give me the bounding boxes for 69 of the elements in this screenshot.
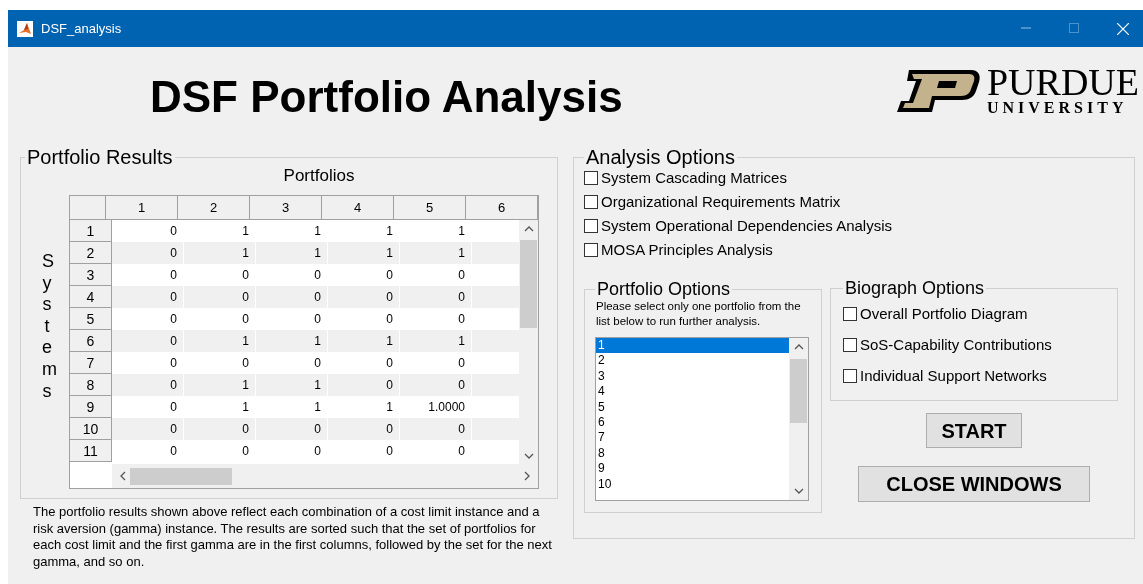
scroll-down-icon[interactable] bbox=[793, 486, 804, 496]
list-item[interactable]: 5 bbox=[596, 399, 789, 415]
list-item[interactable]: 9 bbox=[596, 461, 789, 477]
scroll-up-icon[interactable] bbox=[793, 342, 804, 352]
row-header: 11 bbox=[70, 440, 112, 462]
app-icon bbox=[17, 20, 33, 37]
list-item[interactable]: 7 bbox=[596, 430, 789, 446]
scroll-up-icon[interactable] bbox=[523, 224, 534, 234]
row-header: 7 bbox=[70, 352, 112, 374]
group-title: Portfolio Results bbox=[26, 147, 174, 167]
list-item[interactable]: 6 bbox=[596, 414, 789, 431]
checkbox[interactable] bbox=[843, 306, 857, 321]
scroll-down-icon[interactable] bbox=[523, 451, 534, 461]
window-title: DSF_analysis bbox=[41, 19, 122, 38]
checkbox[interactable] bbox=[843, 368, 857, 383]
table-cell: 0 bbox=[184, 440, 256, 462]
row-header: 3 bbox=[70, 264, 112, 286]
list-item[interactable]: 2 bbox=[596, 353, 789, 369]
scroll-right-icon[interactable] bbox=[522, 471, 532, 481]
table-cell: 0 bbox=[400, 440, 472, 462]
letter-p-icon bbox=[894, 68, 981, 114]
close-windows-button[interactable]: CLOSE WINDOWS bbox=[858, 466, 1090, 502]
list-item[interactable]: 8 bbox=[596, 445, 789, 462]
checkbox-label: Overall Portfolio Diagram bbox=[860, 304, 1028, 323]
portfolio-list[interactable]: 1 2 3 4 5 6 7 8 9 10 bbox=[595, 337, 809, 501]
group-title: Biograph Options bbox=[844, 279, 986, 297]
close-icon[interactable] bbox=[1117, 22, 1129, 35]
checkbox[interactable] bbox=[843, 337, 857, 352]
logo-name: PURDUE bbox=[986, 65, 1139, 99]
results-description: The portfolio results shown above reflect each combination of a cost limit instance and a risk aversion (gamma) instance. The results are sorted such that the set of portfolios for each cost limit and the first gamma are in the first columns, followed by the set for the next gamma, and so on. bbox=[33, 504, 553, 570]
row-header: 8 bbox=[70, 374, 112, 396]
row-header: 6 bbox=[70, 330, 112, 352]
row-header: 5 bbox=[70, 308, 112, 330]
horizontal-scrollbar[interactable] bbox=[112, 464, 538, 488]
scroll-thumb[interactable] bbox=[790, 359, 807, 423]
list-item[interactable]: 4 bbox=[596, 384, 789, 400]
start-button[interactable]: START bbox=[926, 413, 1022, 448]
row-header: 10 bbox=[70, 418, 112, 440]
checkbox[interactable] bbox=[584, 170, 598, 185]
group-title: Analysis Options bbox=[585, 147, 736, 167]
scroll-thumb[interactable] bbox=[130, 467, 232, 485]
checkbox-label: System Operational Dependencies Analysis bbox=[601, 216, 892, 235]
list-item[interactable]: 10 bbox=[596, 476, 789, 492]
checkbox[interactable] bbox=[584, 218, 598, 233]
logo-subtitle: UNIVERSITY bbox=[986, 99, 1128, 117]
scroll-thumb[interactable] bbox=[520, 240, 537, 328]
column-axis-title: Portfolios bbox=[283, 165, 355, 187]
row-header: 9 bbox=[70, 396, 112, 418]
portfolio-hint: Please select only one portfolio from the list below to run further analysis. bbox=[596, 299, 802, 329]
table-cell: 0 bbox=[328, 440, 400, 462]
row-header: 1 bbox=[70, 220, 112, 242]
table-cell: 0 bbox=[256, 440, 328, 462]
checkbox-label: SoS-Capability Contributions bbox=[860, 335, 1052, 354]
table-cell: 0 bbox=[112, 440, 184, 462]
page-heading: DSF Portfolio Analysis bbox=[150, 71, 623, 123]
vertical-scrollbar[interactable] bbox=[789, 338, 808, 500]
row-header: 4 bbox=[70, 286, 112, 308]
list-item[interactable]: 3 bbox=[596, 368, 789, 385]
checkbox[interactable] bbox=[584, 194, 598, 209]
vertical-scrollbar[interactable] bbox=[519, 220, 538, 465]
list-item[interactable]: 1 bbox=[596, 338, 789, 354]
scroll-left-icon[interactable] bbox=[118, 471, 128, 481]
checkbox-label: System Cascading Matrices bbox=[601, 168, 787, 187]
checkbox-label: Organizational Requirements Matrix bbox=[601, 192, 841, 211]
checkbox-label: MOSA Principles Analysis bbox=[601, 240, 773, 259]
checkbox[interactable] bbox=[584, 242, 598, 257]
group-title: Portfolio Options bbox=[596, 280, 732, 298]
row-header: 2 bbox=[70, 242, 112, 264]
checkbox-label: Individual Support Networks bbox=[860, 366, 1047, 385]
